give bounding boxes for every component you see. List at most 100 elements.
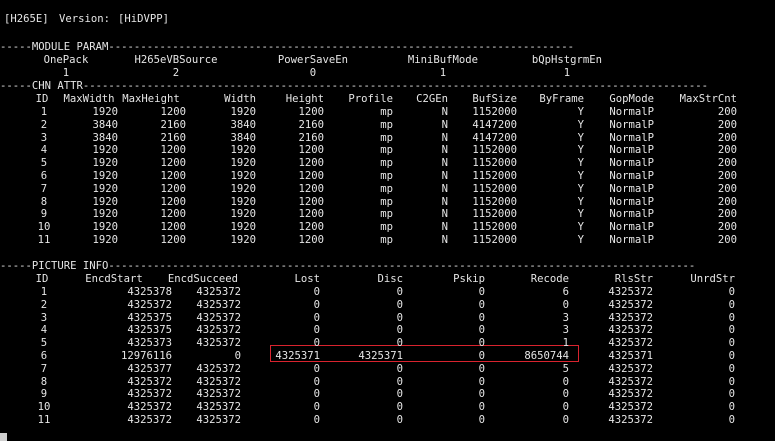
picture-info-cell: 5 xyxy=(40,337,48,350)
table-row: 9 4325372 4325372 0 0 0 0 4325372 0 xyxy=(0,388,775,401)
module-param-value: 1 xyxy=(439,67,447,79)
picture-info-cell: 0 xyxy=(478,350,485,362)
picture-info-header-label: -----PICTURE INFO-----------------------… xyxy=(0,260,696,272)
chn-attr-cell: 1920 xyxy=(92,170,118,182)
chn-attr-cell: 6 xyxy=(40,170,48,182)
chn-attr-cell: 1200 xyxy=(298,195,324,208)
table-row: 4 1920 1200 1920 1200 mp N 1152000 Y NormalP 200 xyxy=(0,144,775,157)
picture-info-cell: 8 xyxy=(40,375,48,388)
picture-info-cell: 0 xyxy=(313,286,320,298)
table-row: 11 4325372 4325372 0 0 0 0 4325372 0 xyxy=(0,414,775,427)
picture-info-cell: 4325372 xyxy=(196,362,241,375)
chn-attr-cell: 200 xyxy=(717,157,737,170)
picture-info-cell: 0 xyxy=(478,362,485,375)
picture-info-cell: 7 xyxy=(40,362,48,375)
picture-info-cell: 0 xyxy=(234,350,241,362)
picture-info-cell: 0 xyxy=(728,298,735,311)
picture-info-cell: 4325372 xyxy=(127,414,172,426)
chn-attr-cell: 3840 xyxy=(230,118,256,131)
chn-attr-cell: 1152000 xyxy=(472,144,517,157)
chn-attr-cell: 1200 xyxy=(298,182,324,195)
chn-attr-cell: Y xyxy=(577,208,584,221)
chn-attr-cell: 2160 xyxy=(160,131,186,144)
chn-attr-cell: NormalP xyxy=(609,170,654,182)
picture-info-cell: 4325372 xyxy=(196,337,241,350)
picture-info-cell: 0 xyxy=(478,311,485,324)
chn-attr-cell: 200 xyxy=(717,170,737,182)
chn-attr-cell: NormalP xyxy=(609,157,654,170)
picture-info-col: Disc xyxy=(377,273,403,285)
picture-info-cell: 0 xyxy=(562,414,569,426)
picture-info-cell: 1 xyxy=(40,286,48,298)
chn-attr-cell: N xyxy=(441,234,448,246)
picture-info-cell: 4325372 xyxy=(608,388,653,401)
chn-attr-cell: 1920 xyxy=(92,234,118,246)
picture-info-cell: 0 xyxy=(396,362,403,375)
chn-attr-cell: 200 xyxy=(717,234,737,246)
picture-info-cell: 0 xyxy=(728,350,735,362)
chn-attr-cell: 1200 xyxy=(298,106,324,118)
chn-attr-cell: mp xyxy=(380,221,393,234)
picture-info-cell: 4325378 xyxy=(127,286,172,298)
chn-attr-cell: Y xyxy=(577,234,584,246)
version-label: Version: xyxy=(59,13,111,25)
chn-attr-cell: 5 xyxy=(40,157,48,170)
chn-attr-cell: 1200 xyxy=(160,157,186,170)
picture-info-col: UnrdStr xyxy=(690,273,735,285)
picture-info-cell: 0 xyxy=(478,298,485,311)
chn-attr-cell: 200 xyxy=(717,118,737,131)
picture-info-cell: 0 xyxy=(478,324,485,337)
table-row: 1 1920 1200 1920 1200 mp N 1152000 Y NormalP 200 xyxy=(0,106,775,119)
chn-attr-cell: 1920 xyxy=(230,221,256,234)
table-row: 1 4325378 4325372 0 0 0 6 4325372 0 xyxy=(0,286,775,299)
chn-attr-cell: 1200 xyxy=(298,208,324,221)
chn-attr-cell: N xyxy=(441,195,448,208)
picture-info-cell: 0 xyxy=(478,337,485,350)
picture-info-cell: 0 xyxy=(562,375,569,388)
chn-attr-cell: 1920 xyxy=(230,182,256,195)
chn-attr-col: Width xyxy=(224,93,256,105)
module-param-value: 2 xyxy=(172,67,180,79)
picture-info-cell: 4325372 xyxy=(196,286,241,298)
chn-attr-cell: 2160 xyxy=(298,118,324,131)
chn-attr-cell: Y xyxy=(577,144,584,157)
picture-info-cell: 4325372 xyxy=(196,375,241,388)
picture-info-cell: 4325372 xyxy=(196,311,241,324)
chn-attr-cell: mp xyxy=(380,157,393,170)
chn-attr-cell: 1200 xyxy=(160,208,186,221)
picture-info-cell: 0 xyxy=(728,375,735,388)
chn-attr-cell: 200 xyxy=(717,106,737,118)
chn-attr-cell: 3840 xyxy=(92,118,118,131)
chn-attr-cell: 1920 xyxy=(92,182,118,195)
picture-info-column-row: ID EncdStart EncdSucceed Lost Disc Pskip Recod… xyxy=(0,273,775,286)
chn-attr-cell: NormalP xyxy=(609,106,654,118)
chn-attr-cell: Y xyxy=(577,170,584,182)
chn-attr-cell: NormalP xyxy=(609,182,654,195)
chn-attr-col: C2GEn xyxy=(416,93,448,105)
picture-info-cell: 0 xyxy=(313,298,320,311)
chn-attr-cell: 1152000 xyxy=(472,170,517,182)
table-row: 3 3840 2160 3840 2160 mp N 4147200 Y NormalP 200 xyxy=(0,132,775,145)
picture-info-col: Lost xyxy=(294,273,320,285)
chn-attr-cell: Y xyxy=(577,106,584,118)
picture-info-cell: 4325372 xyxy=(127,375,172,388)
picture-info-cell: 0 xyxy=(313,337,320,350)
chn-attr-cell: 1200 xyxy=(160,182,186,195)
chn-attr-col: BufSize xyxy=(472,93,517,105)
picture-info-cell: 0 xyxy=(396,375,403,388)
chn-attr-cell: Y xyxy=(577,182,584,195)
picture-info-cell: 0 xyxy=(562,388,569,401)
picture-info-cell: 0 xyxy=(313,362,320,375)
chn-attr-cell: Y xyxy=(577,157,584,170)
picture-info-cell: 6 xyxy=(40,350,48,362)
picture-info-cell: 0 xyxy=(478,286,485,298)
table-row: 6 1920 1200 1920 1200 mp N 1152000 Y NormalP 200 xyxy=(0,170,775,183)
chn-attr-cell: 1200 xyxy=(160,170,186,182)
table-row: 3 4325375 4325372 0 0 0 3 4325372 0 xyxy=(0,312,775,325)
picture-info-cell: 0 xyxy=(728,337,735,350)
version-value: [HiDVPP] xyxy=(118,13,170,25)
chn-attr-cell: 1920 xyxy=(230,157,256,170)
chn-attr-cell: mp xyxy=(380,144,393,157)
picture-info-cell: 4325373 xyxy=(127,337,172,350)
chn-attr-cell: 200 xyxy=(717,195,737,208)
